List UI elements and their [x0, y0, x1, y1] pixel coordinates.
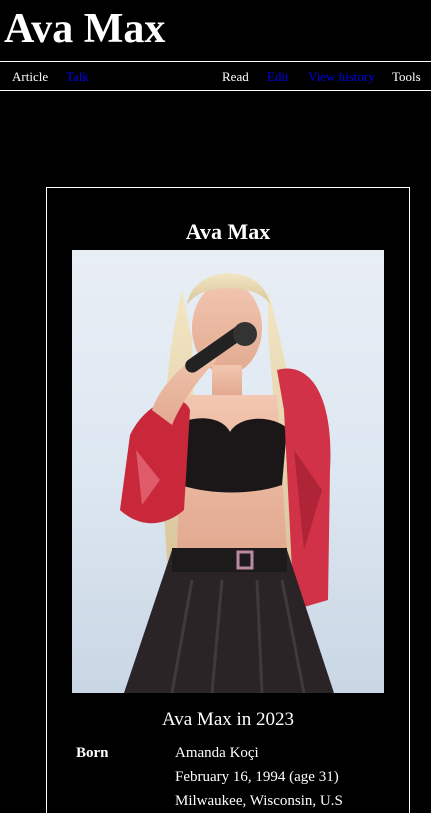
infobox-title: Ava Max [185, 219, 271, 244]
tab-tools[interactable]: Tools [392, 69, 421, 85]
infobox: Ava Max Ava Max in 2023 Born Amanda Koçi… [46, 187, 410, 813]
tab-article[interactable]: Article [12, 69, 48, 85]
born-date: February 16, 1994 (age 31) [175, 769, 339, 785]
page-title: Ava Max [4, 6, 166, 52]
article-page: Ava Max Article Talk Read Edit View hist… [0, 0, 431, 813]
born-place[interactable]: Milwaukee, Wisconsin, U.S [175, 790, 343, 812]
tab-view-history[interactable]: View history [308, 69, 375, 85]
tab-talk[interactable]: Talk [66, 69, 89, 85]
tab-edit[interactable]: Edit [267, 69, 289, 85]
born-label: Born [76, 745, 109, 761]
tab-read[interactable]: Read [222, 69, 249, 85]
page-tabs-bar: Article Talk Read Edit View history Tool… [0, 61, 431, 91]
infobox-image-caption: Ava Max in 2023 [161, 709, 295, 730]
born-name: Amanda Koçi [175, 745, 259, 761]
infobox-photo[interactable] [72, 250, 384, 693]
